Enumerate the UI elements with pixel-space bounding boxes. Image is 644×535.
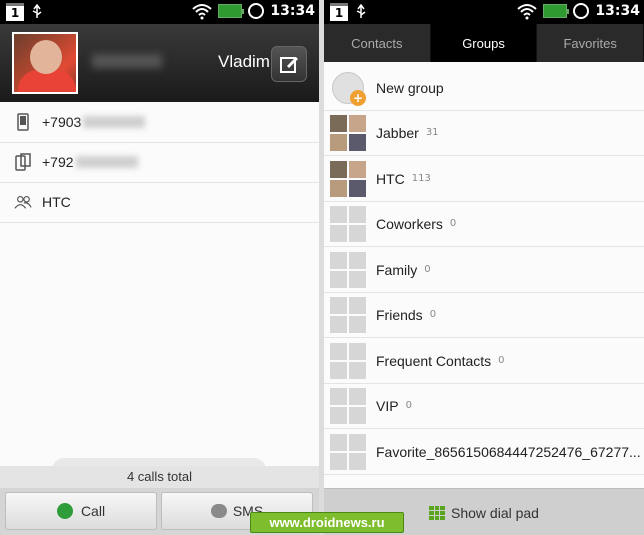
mobile-phone-icon [14, 113, 32, 131]
group-placeholder-icon [330, 205, 366, 242]
work-phone-icon [14, 153, 32, 171]
group-placeholder-icon [330, 251, 366, 288]
group-name: VIP [376, 397, 399, 414]
group-name: Favorite_8656150684447252476_67277... [376, 443, 641, 460]
status-clock: 13:34 [270, 3, 315, 19]
tab-favorites[interactable]: Favorites [537, 24, 644, 62]
contacts-tab-bar: Contacts Groups Favorites [324, 24, 644, 62]
group-count: 31 [425, 127, 439, 138]
tab-groups[interactable]: Groups [430, 24, 538, 62]
battery-icon [543, 4, 570, 18]
alarm-icon [248, 3, 265, 19]
group-name: Family [376, 261, 418, 278]
status-clock: 13:34 [595, 3, 640, 19]
wifi-icon [517, 2, 538, 20]
status-bar: 1 13:34 [0, 0, 319, 24]
group-count: 0 [405, 400, 412, 411]
group-name: HTC [42, 194, 71, 210]
usb-icon [354, 3, 368, 21]
call-label: Call [80, 503, 106, 519]
group-item-htc[interactable]: HTC 113 [324, 156, 644, 202]
group-count: 0 [498, 355, 505, 366]
blurred-name [92, 54, 162, 68]
group-name: Coworkers [376, 215, 443, 232]
group-name: Frequent Contacts [376, 352, 492, 369]
group-name: Jabber [376, 124, 419, 141]
group-icon [14, 194, 32, 210]
status-bar: 1 13:34 [324, 0, 644, 24]
group-name: HTC [376, 170, 405, 187]
usb-icon [30, 3, 44, 21]
group-row[interactable]: HTC [0, 182, 319, 223]
group-placeholder-icon [330, 296, 366, 333]
group-placeholder-icon [330, 433, 366, 470]
edit-contact-button[interactable] [271, 46, 307, 82]
group-item-coworkers[interactable]: Coworkers 0 [324, 201, 644, 247]
phone-number: +7903 [42, 114, 82, 130]
tab-contacts[interactable]: Contacts [324, 24, 431, 62]
phone-icon [56, 503, 73, 519]
group-count: 113 [411, 173, 431, 184]
group-item-jabber[interactable]: Jabber 31 [324, 110, 644, 156]
calendar-icon: 1 [330, 3, 348, 21]
contact-details-screen: 1 13:34 Vladimi +7903 +792 HTC 4 calls t… [0, 0, 319, 535]
group-placeholder-icon [330, 342, 366, 379]
group-item-vip[interactable]: VIP 0 [324, 383, 644, 429]
new-group-item[interactable]: + New group [324, 65, 644, 111]
phone-number: +792 [42, 154, 74, 170]
message-icon [210, 504, 227, 518]
group-item-family[interactable]: Family 0 [324, 247, 644, 293]
group-item-favorite[interactable]: Favorite_8656150684447252476_67277... [324, 429, 644, 475]
dial-pad-label: Show dial pad [451, 504, 539, 521]
group-photos-icon [330, 160, 366, 197]
calls-total[interactable]: 4 calls total [0, 466, 319, 488]
dial-pad-icon [429, 505, 445, 520]
contact-name: Vladimi [218, 52, 274, 71]
contact-header: Vladimi [0, 24, 319, 102]
phone-row-mobile[interactable]: +7903 [0, 102, 319, 143]
watermark: www.droidnews.ru [250, 512, 404, 533]
add-group-icon: + [330, 70, 366, 106]
group-placeholder-icon [330, 387, 366, 424]
calendar-icon: 1 [6, 3, 24, 21]
phone-row-work[interactable]: +792 [0, 142, 319, 183]
group-count: 0 [424, 264, 431, 275]
new-group-label: New group [376, 79, 444, 96]
alarm-icon [573, 3, 590, 19]
battery-icon [218, 4, 245, 18]
edit-icon [280, 57, 298, 73]
call-button[interactable]: Call [5, 492, 157, 530]
group-name: Friends [376, 306, 423, 323]
groups-screen: 1 13:34 Contacts Groups Favorites + New … [324, 0, 644, 535]
wifi-icon [192, 2, 213, 20]
group-item-friends[interactable]: Friends 0 [324, 292, 644, 338]
group-count: 0 [449, 218, 457, 229]
group-photos-icon [330, 114, 366, 151]
group-item-frequent-contacts[interactable]: Frequent Contacts 0 [324, 338, 644, 384]
contact-photo[interactable] [12, 32, 78, 94]
group-count: 0 [429, 309, 437, 320]
